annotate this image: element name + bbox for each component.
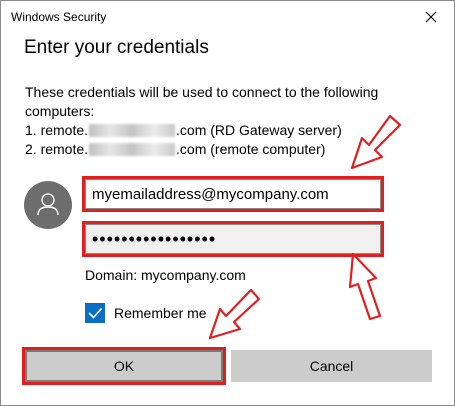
password-field[interactable] bbox=[82, 221, 384, 257]
computer-1-prefix: 1. remote. bbox=[25, 122, 89, 138]
username-input[interactable] bbox=[86, 180, 380, 208]
user-avatar bbox=[24, 181, 72, 229]
computer-1-suffix: .com (RD Gateway server) bbox=[176, 122, 342, 138]
checkmark-icon bbox=[88, 307, 103, 319]
redacted-hostname bbox=[89, 124, 176, 137]
arrow-to-username-icon bbox=[350, 114, 402, 170]
redacted-hostname bbox=[89, 143, 176, 156]
window-title: Windows Security bbox=[11, 10, 107, 24]
ok-button[interactable]: OK bbox=[22, 347, 226, 385]
user-icon bbox=[37, 193, 59, 216]
domain-label: Domain: mycompany.com bbox=[85, 267, 246, 283]
remember-me-label: Remember me bbox=[114, 305, 207, 321]
description-intro: These credentials will be used to connec… bbox=[25, 84, 379, 100]
cancel-button[interactable]: Cancel bbox=[231, 350, 432, 382]
close-button[interactable] bbox=[408, 1, 454, 33]
title-bar: Windows Security bbox=[1, 1, 454, 33]
username-field[interactable] bbox=[82, 176, 384, 212]
close-icon bbox=[425, 11, 437, 23]
arrow-to-password-icon bbox=[348, 252, 382, 321]
remember-me-checkbox[interactable] bbox=[85, 303, 105, 323]
dialog-heading: Enter your credentials bbox=[24, 37, 209, 58]
computer-2-prefix: 2. remote. bbox=[25, 141, 89, 157]
credentials-dialog: Windows Security Enter your credentials … bbox=[0, 0, 455, 406]
password-input[interactable] bbox=[86, 225, 380, 253]
computer-2-suffix: .com (remote computer) bbox=[176, 141, 326, 157]
arrow-to-ok-icon bbox=[208, 288, 261, 340]
